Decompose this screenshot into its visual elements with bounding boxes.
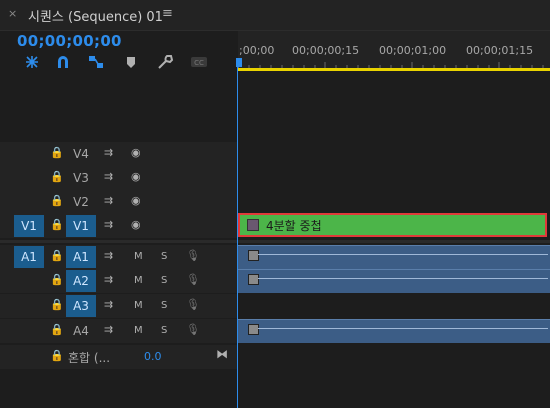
mute-button[interactable]: M [134,300,143,311]
lock-icon[interactable]: 🔒 [50,146,64,159]
sync-lock-icon[interactable]: ⇉ [104,273,113,286]
track-header-v1[interactable]: V1 🔒 V1 ⇉ ◉ [0,214,237,238]
lock-icon[interactable]: 🔒 [50,298,64,311]
ruler-label: 00;00;00;15 [292,44,360,57]
track-lane-v4[interactable] [238,142,550,166]
volume-rubber-band[interactable] [258,278,548,279]
microphone-icon[interactable]: 🎙 [186,298,200,311]
lock-icon[interactable]: 🔒 [50,323,64,336]
video-clip[interactable]: 4분할 중첩 [238,213,547,237]
work-area-bar[interactable] [238,68,550,71]
mute-button[interactable]: M [134,325,143,336]
track-name[interactable]: V2 [66,191,96,213]
source-patch-a1[interactable]: A1 [14,246,44,268]
mix-volume-value[interactable]: 0.0 [144,350,162,363]
eye-icon[interactable]: ◉ [131,146,141,159]
track-name[interactable]: A1 [66,246,96,268]
lock-icon[interactable]: 🔒 [50,349,64,362]
solo-button[interactable]: S [161,300,167,311]
track-header-a1[interactable]: A1 🔒 A1 ⇉ M S 🎙 [0,245,237,269]
track-header-spacer [0,74,237,140]
track-header-v4[interactable]: 🔒 V4 ⇉ ◉ [0,142,237,166]
track-header-v2[interactable]: 🔒 V2 ⇉ ◉ [0,190,237,214]
mix-label: 혼합 (... [68,351,111,365]
track-header-v3[interactable]: 🔒 V3 ⇉ ◉ [0,166,237,190]
solo-button[interactable]: S [161,275,167,286]
playhead-handle[interactable] [236,58,242,67]
ruler-label: 00;00;01;00 [379,44,447,57]
snap-magnet-icon[interactable] [54,54,72,70]
track-name[interactable]: V4 [66,143,96,165]
sync-lock-icon[interactable]: ⇉ [104,249,113,262]
audio-clip-a2[interactable] [238,269,550,293]
sync-lock-icon[interactable]: ⇉ [104,146,113,159]
lock-icon[interactable]: 🔒 [50,249,64,262]
audio-clip-a1[interactable] [238,245,550,269]
marker-icon[interactable] [122,54,140,70]
track-lane-v3[interactable] [238,166,550,190]
microphone-icon[interactable]: 🎙 [186,323,200,336]
microphone-icon[interactable]: 🎙 [186,273,200,286]
sync-lock-icon[interactable]: ⇉ [104,218,113,231]
sync-lock-icon[interactable]: ⇉ [104,298,113,311]
mix-end-icon[interactable]: ⧓ [216,347,228,361]
video-audio-divider[interactable] [0,240,550,243]
microphone-icon[interactable]: 🎙 [186,249,200,262]
playhead-line[interactable] [237,62,238,408]
sync-lock-icon[interactable]: ⇉ [104,323,113,336]
track-name[interactable]: V1 [66,215,96,237]
wrench-icon[interactable] [156,54,174,70]
sequence-tab-title[interactable]: 시퀀스 (Sequence) 01 [28,6,163,25]
captions-icon[interactable]: CC [190,54,208,70]
audio-clip-a4[interactable] [238,319,550,343]
mute-button[interactable]: M [134,275,143,286]
fx-badge-icon [248,250,259,261]
playhead-timecode[interactable]: 00;00;00;00 [17,32,122,50]
fx-badge-icon [247,219,259,231]
lock-icon[interactable]: 🔒 [50,273,64,286]
volume-rubber-band[interactable] [258,254,548,255]
panel-menu-icon[interactable]: ≡ [162,6,173,21]
eye-icon[interactable]: ◉ [131,170,141,183]
sync-lock-icon[interactable]: ⇉ [104,194,113,207]
track-lane-v2[interactable] [238,190,550,214]
volume-rubber-band[interactable] [258,328,548,329]
fx-badge-icon [248,324,259,335]
track-header-a4[interactable]: 🔒 A4 ⇉ M S 🎙 [0,319,237,343]
solo-button[interactable]: S [161,325,167,336]
track-header-a2[interactable]: 🔒 A2 ⇉ M S 🎙 [0,269,237,293]
lock-icon[interactable]: 🔒 [50,218,64,231]
track-name[interactable]: A4 [66,320,96,342]
eye-icon[interactable]: ◉ [131,218,141,231]
svg-text:CC: CC [194,59,204,67]
ruler-label: 00;00;01;15 [466,44,534,57]
lock-icon[interactable]: 🔒 [50,170,64,183]
ruler-label: ;00;00 [239,44,275,57]
ruler-ticks [238,62,544,68]
track-name[interactable]: A3 [66,295,96,317]
clip-name: 4분할 중첩 [266,219,322,233]
sync-lock-icon[interactable]: ⇉ [104,170,113,183]
eye-icon[interactable]: ◉ [131,194,141,207]
solo-button[interactable]: S [161,251,167,262]
track-header-a3[interactable]: 🔒 A3 ⇉ M S 🎙 [0,294,237,318]
close-tab-button[interactable]: × [8,7,17,20]
mute-button[interactable]: M [134,251,143,262]
nest-icon[interactable] [23,54,41,70]
source-patch-v1[interactable]: V1 [14,215,44,237]
fx-badge-icon [248,274,259,285]
panel-header: × 시퀀스 (Sequence) 01 ≡ [0,0,550,30]
lock-icon[interactable]: 🔒 [50,194,64,207]
linked-selection-icon[interactable] [87,54,105,70]
track-name[interactable]: V3 [66,167,96,189]
track-name[interactable]: A2 [66,270,96,292]
mix-track-header[interactable]: 🔒 혼합 (... 0.0 ⧓ [0,345,237,369]
